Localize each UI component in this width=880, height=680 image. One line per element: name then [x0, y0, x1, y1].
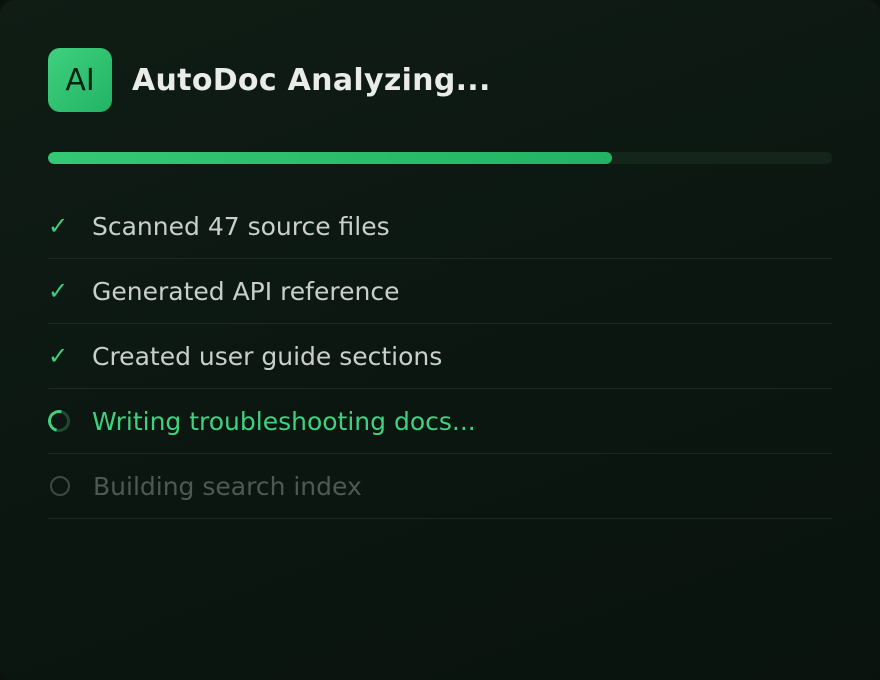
step-label: Generated API reference: [92, 276, 400, 306]
step-item-search-index: Building search index: [48, 454, 832, 519]
progress-bar: [48, 152, 832, 164]
step-item-user-guide: ✓ Created user guide sections: [48, 324, 832, 389]
spinner-icon-wrapper: [43, 405, 75, 437]
check-icon: ✓: [48, 277, 69, 305]
app-logo: AI: [48, 48, 112, 112]
step-item-scan: ✓ Scanned 47 source files: [48, 194, 832, 259]
step-label: Created user guide sections: [92, 341, 443, 371]
analysis-panel: AI AutoDoc Analyzing... ✓ Scanned 47 sou…: [0, 0, 880, 680]
check-icon: ✓: [48, 212, 69, 240]
step-list: ✓ Scanned 47 source files ✓ Generated AP…: [43, 194, 832, 519]
check-icon: ✓: [48, 342, 69, 370]
empty-circle-icon-wrapper: [48, 476, 72, 496]
step-label: Writing troubleshooting docs...: [92, 406, 476, 436]
step-item-api-reference: ✓ Generated API reference: [48, 259, 832, 324]
step-label: Scanned 47 source files: [92, 211, 390, 241]
page-title: AutoDoc Analyzing...: [132, 62, 491, 98]
progress-bar-fill: [48, 152, 613, 164]
header: AI AutoDoc Analyzing...: [48, 48, 491, 112]
step-item-troubleshooting: Writing troubleshooting docs...: [43, 389, 832, 454]
empty-circle-icon: [50, 476, 70, 496]
step-label: Building search index: [93, 471, 362, 501]
spinner-icon: [43, 405, 75, 437]
